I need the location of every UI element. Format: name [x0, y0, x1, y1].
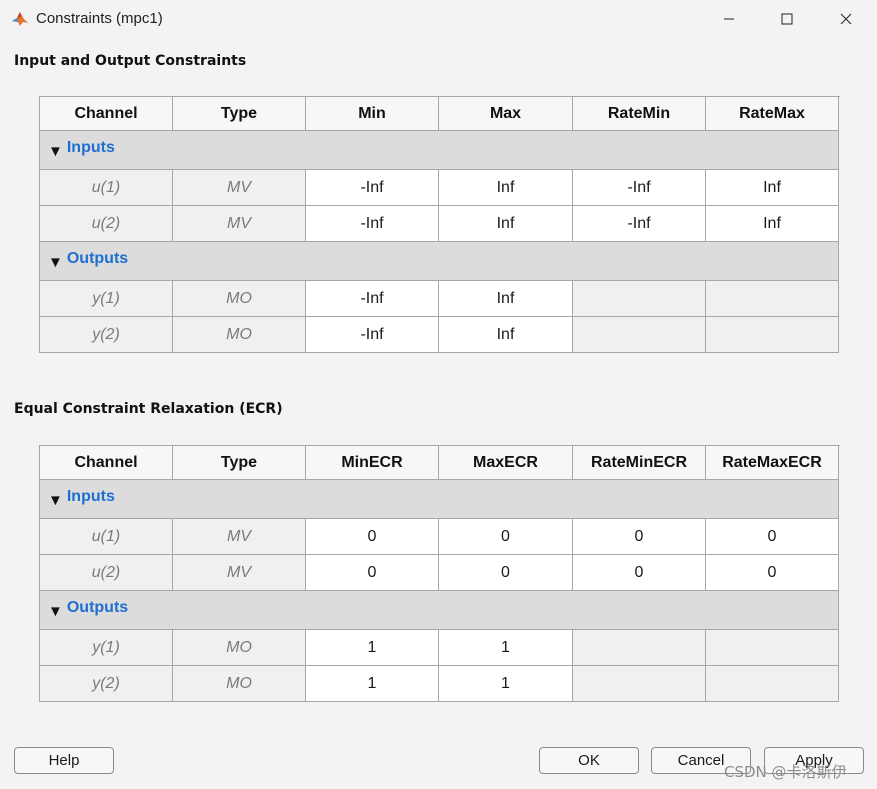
- maxecr-cell[interactable]: 1: [439, 666, 573, 702]
- type-cell: MV: [173, 555, 306, 591]
- table-row: y(1) MO 1 1: [40, 630, 840, 666]
- min-cell[interactable]: -Inf: [306, 281, 439, 317]
- min-cell[interactable]: -Inf: [306, 206, 439, 242]
- rateminecr-cell-disabled: [573, 630, 706, 666]
- type-cell: MV: [173, 519, 306, 555]
- cancel-button[interactable]: Cancel: [651, 747, 751, 774]
- channel-cell: y(1): [40, 281, 173, 317]
- ratemax-cell[interactable]: Inf: [706, 170, 839, 206]
- ecr-table: Channel Type MinECR MaxECR RateMinECR Ra…: [39, 445, 840, 702]
- type-cell: MV: [173, 170, 306, 206]
- channel-cell: u(2): [40, 555, 173, 591]
- maxecr-cell[interactable]: 0: [439, 519, 573, 555]
- close-button[interactable]: [817, 0, 875, 38]
- min-cell[interactable]: -Inf: [306, 170, 439, 206]
- matlab-logo-icon: [12, 12, 28, 26]
- table-header: Channel Type MinECR MaxECR RateMinECR Ra…: [40, 446, 840, 480]
- group-label: Outputs: [66, 599, 129, 616]
- channel-cell: u(1): [40, 519, 173, 555]
- help-button[interactable]: Help: [14, 747, 114, 774]
- table-row: u(1) MV -Inf Inf -Inf Inf: [40, 170, 840, 206]
- inputs-group-toggle[interactable]: ▼ Inputs: [40, 480, 839, 519]
- ratemax-cell-disabled: [706, 317, 839, 353]
- column-header[interactable]: RateMin: [573, 97, 706, 131]
- channel-cell: y(2): [40, 317, 173, 353]
- ratemax-cell[interactable]: Inf: [706, 206, 839, 242]
- collapse-triangle-icon: ▼: [48, 254, 63, 271]
- column-header[interactable]: RateMaxECR: [706, 446, 839, 480]
- minimize-button[interactable]: [700, 0, 758, 38]
- max-cell[interactable]: Inf: [439, 317, 573, 353]
- type-cell: MO: [173, 630, 306, 666]
- column-header[interactable]: Type: [173, 97, 306, 131]
- column-header[interactable]: MinECR: [306, 446, 439, 480]
- group-label: Outputs: [66, 250, 129, 267]
- collapse-triangle-icon: ▼: [48, 492, 63, 509]
- column-header[interactable]: Type: [173, 446, 306, 480]
- inputs-group-toggle[interactable]: ▼ Inputs: [40, 131, 839, 170]
- outputs-group-toggle[interactable]: ▼ Outputs: [40, 591, 839, 630]
- ratemin-cell-disabled: [573, 281, 706, 317]
- column-header[interactable]: RateMax: [706, 97, 839, 131]
- io-constraints-table: Channel Type Min Max RateMin RateMax ▼ I…: [39, 96, 840, 353]
- table-row: y(2) MO 1 1: [40, 666, 840, 702]
- table-header: Channel Type Min Max RateMin RateMax: [40, 97, 840, 131]
- maxecr-cell[interactable]: 0: [439, 555, 573, 591]
- ratemaxecr-cell[interactable]: 0: [706, 555, 839, 591]
- channel-cell: u(1): [40, 170, 173, 206]
- table-row: y(1) MO -Inf Inf: [40, 281, 840, 317]
- rateminecr-cell[interactable]: 0: [573, 519, 706, 555]
- min-cell[interactable]: -Inf: [306, 317, 439, 353]
- close-icon: [840, 13, 852, 25]
- ok-button[interactable]: OK: [539, 747, 639, 774]
- group-label: Inputs: [66, 139, 115, 156]
- collapse-triangle-icon: ▼: [48, 143, 63, 160]
- channel-cell: y(2): [40, 666, 173, 702]
- minecr-cell[interactable]: 0: [306, 519, 439, 555]
- table-row: u(2) MV -Inf Inf -Inf Inf: [40, 206, 840, 242]
- column-header[interactable]: Channel: [40, 446, 173, 480]
- io-constraints-title: Input and Output Constraints: [14, 53, 247, 69]
- ratemaxecr-cell-disabled: [706, 630, 839, 666]
- table-row: y(2) MO -Inf Inf: [40, 317, 840, 353]
- column-header[interactable]: Channel: [40, 97, 173, 131]
- type-cell: MO: [173, 666, 306, 702]
- channel-cell: y(1): [40, 630, 173, 666]
- title-bar: Constraints (mpc1): [0, 0, 877, 38]
- apply-button[interactable]: Apply: [764, 747, 864, 774]
- minimize-icon: [724, 18, 734, 20]
- minecr-cell[interactable]: 1: [306, 630, 439, 666]
- window-title: Constraints (mpc1): [36, 10, 163, 27]
- outputs-group-toggle[interactable]: ▼ Outputs: [40, 242, 839, 281]
- max-cell[interactable]: Inf: [439, 281, 573, 317]
- minecr-cell[interactable]: 1: [306, 666, 439, 702]
- type-cell: MO: [173, 281, 306, 317]
- table-row: u(2) MV 0 0 0 0: [40, 555, 840, 591]
- type-cell: MO: [173, 317, 306, 353]
- max-cell[interactable]: Inf: [439, 206, 573, 242]
- type-cell: MV: [173, 206, 306, 242]
- minecr-cell[interactable]: 0: [306, 555, 439, 591]
- collapse-triangle-icon: ▼: [48, 603, 63, 620]
- column-header[interactable]: Min: [306, 97, 439, 131]
- ratemax-cell-disabled: [706, 281, 839, 317]
- column-header[interactable]: MaxECR: [439, 446, 573, 480]
- rateminecr-cell[interactable]: 0: [573, 555, 706, 591]
- column-header[interactable]: Max: [439, 97, 573, 131]
- ratemaxecr-cell-disabled: [706, 666, 839, 702]
- maximize-icon: [781, 13, 793, 25]
- maximize-button[interactable]: [758, 0, 816, 38]
- ratemin-cell-disabled: [573, 317, 706, 353]
- column-header[interactable]: RateMinECR: [573, 446, 706, 480]
- table-row: u(1) MV 0 0 0 0: [40, 519, 840, 555]
- channel-cell: u(2): [40, 206, 173, 242]
- ratemin-cell[interactable]: -Inf: [573, 170, 706, 206]
- rateminecr-cell-disabled: [573, 666, 706, 702]
- group-label: Inputs: [66, 488, 115, 505]
- maxecr-cell[interactable]: 1: [439, 630, 573, 666]
- ratemaxecr-cell[interactable]: 0: [706, 519, 839, 555]
- max-cell[interactable]: Inf: [439, 170, 573, 206]
- ecr-title: Equal Constraint Relaxation (ECR): [14, 401, 283, 417]
- ratemin-cell[interactable]: -Inf: [573, 206, 706, 242]
